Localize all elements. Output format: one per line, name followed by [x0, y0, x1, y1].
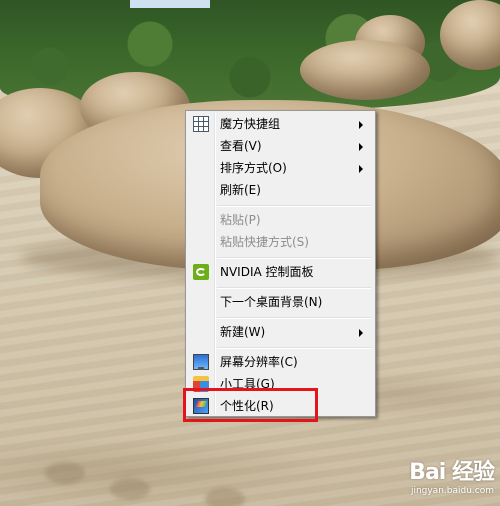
- menu-separator: [217, 347, 371, 349]
- background-trees: [0, 0, 500, 110]
- menu-item-paste-shortcut[interactable]: 粘贴快捷方式(S): [188, 231, 373, 253]
- menu-separator: [217, 287, 371, 289]
- menu-item-refresh[interactable]: 刷新(E): [188, 179, 373, 201]
- menu-item-label: 屏幕分辨率(C): [220, 355, 298, 369]
- menu-item-view[interactable]: 查看(V): [188, 135, 373, 157]
- submenu-arrow-icon: [359, 121, 363, 129]
- menu-item-paste[interactable]: 粘贴(P): [188, 209, 373, 231]
- menu-item-mofang-quick-group[interactable]: 魔方快捷组: [188, 113, 373, 135]
- menu-item-new[interactable]: 新建(W): [188, 321, 373, 343]
- menu-item-screen-resolution[interactable]: 屏幕分辨率(C): [188, 351, 373, 373]
- menu-item-label: 粘贴(P): [220, 213, 261, 227]
- menu-item-sort-by[interactable]: 排序方式(O): [188, 157, 373, 179]
- submenu-arrow-icon: [359, 143, 363, 151]
- menu-item-label: 新建(W): [220, 325, 266, 339]
- menu-item-label: 粘贴快捷方式(S): [220, 235, 309, 249]
- background-sky: [130, 0, 210, 8]
- menu-item-label: 魔方快捷组: [220, 117, 281, 131]
- annotation-highlight-box: [183, 388, 318, 422]
- submenu-arrow-icon: [359, 165, 363, 173]
- background-rock: [300, 40, 430, 100]
- menu-separator: [217, 257, 371, 259]
- menu-item-label: 查看(V): [220, 139, 262, 153]
- menu-item-label: NVIDIA 控制面板: [220, 265, 314, 279]
- menu-item-label: 刷新(E): [220, 183, 261, 197]
- menu-separator: [217, 317, 371, 319]
- menu-item-nvidia-control-panel[interactable]: NVIDIA 控制面板: [188, 261, 373, 283]
- sand-footprint: [205, 488, 245, 506]
- submenu-arrow-icon: [359, 329, 363, 337]
- grid-icon: [193, 116, 209, 132]
- desktop-context-menu: 魔方快捷组 查看(V) 排序方式(O) 刷新(E) 粘贴(P) 粘贴快捷方式(S…: [185, 110, 376, 417]
- menu-item-next-desktop-background[interactable]: 下一个桌面背景(N): [188, 291, 373, 313]
- watermark-logo: Bai 经验: [409, 460, 495, 485]
- menu-item-label: 下一个桌面背景(N): [220, 295, 323, 309]
- monitor-icon: [193, 354, 209, 370]
- watermark-url: jingyan.baidu.com: [410, 486, 494, 496]
- baidu-jingyan-watermark: Bai 经验 jingyan.baidu.com: [409, 454, 495, 496]
- menu-item-label: 排序方式(O): [220, 161, 287, 175]
- nvidia-icon: [193, 264, 209, 280]
- sand-footprint: [110, 478, 150, 500]
- sand-footprint: [45, 462, 85, 484]
- menu-separator: [217, 205, 371, 207]
